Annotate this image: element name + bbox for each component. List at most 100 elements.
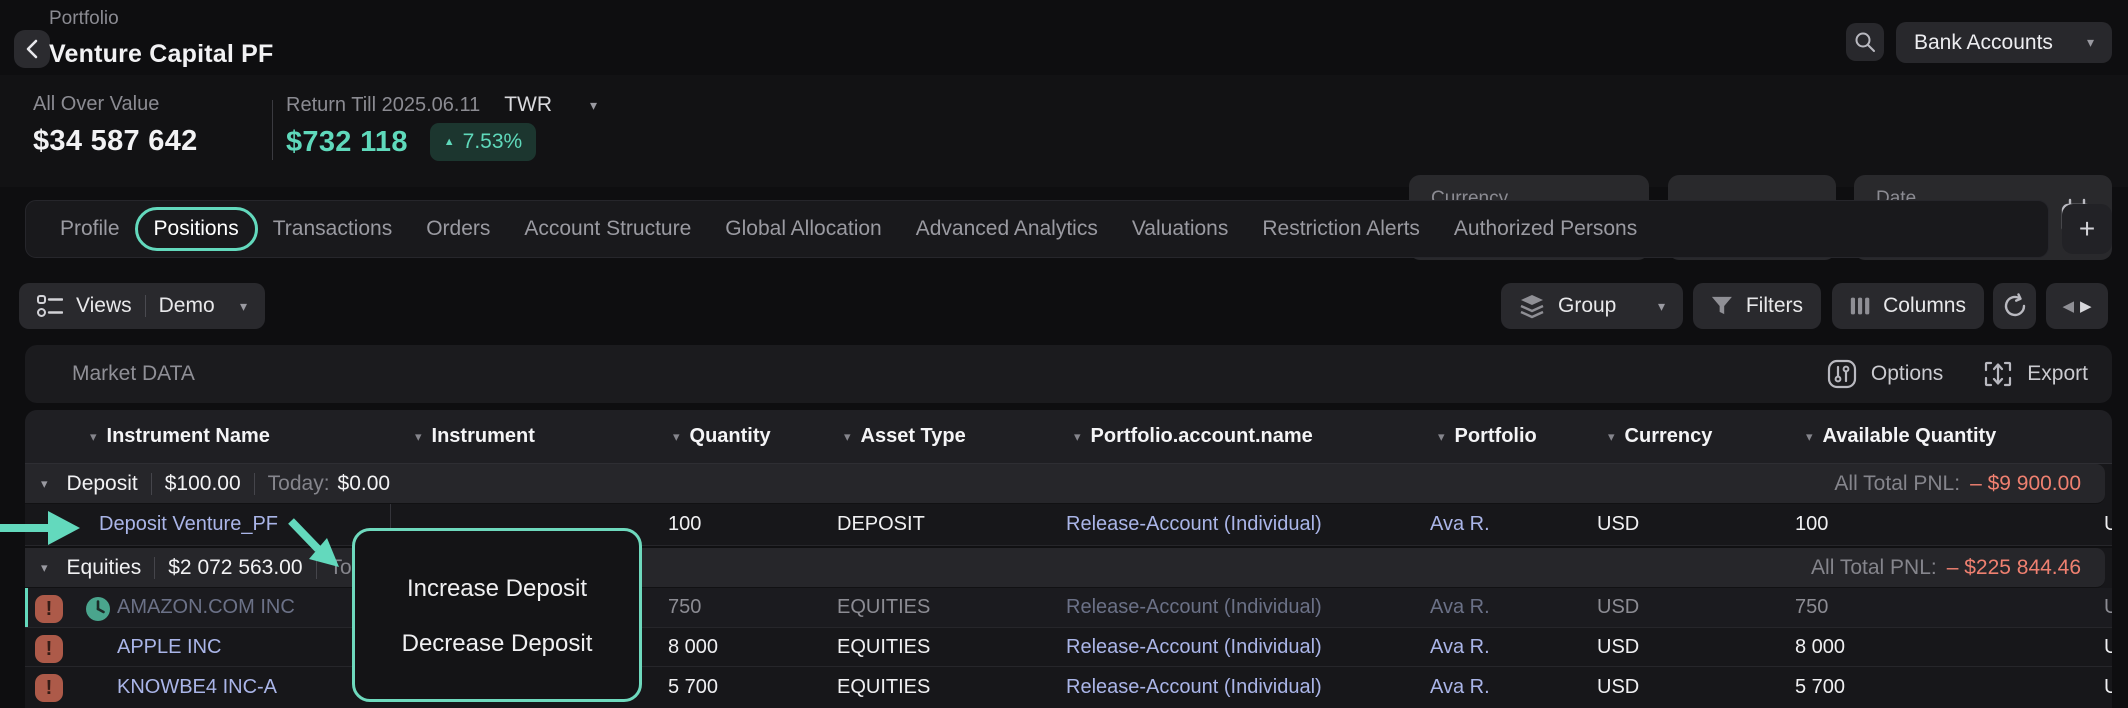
options-icon <box>1827 359 1857 389</box>
account-link[interactable]: Release-Account (Individual) <box>1066 588 1322 627</box>
tab-positions[interactable]: Positions <box>135 207 258 251</box>
account-link[interactable]: Release-Account (Individual) <box>1066 504 1322 545</box>
table-header-row: ▾Instrument Name ▾Instrument ▾Quantity ▾… <box>25 410 2112 464</box>
sort-icon: ▾ <box>1608 429 1615 445</box>
search-button[interactable] <box>1846 23 1884 61</box>
collapse-icon[interactable]: ▾ <box>41 476 48 492</box>
column-header-asset-type[interactable]: ▾Asset Type <box>844 410 966 463</box>
tab-orders[interactable]: Orders <box>426 217 490 241</box>
page-prev-icon[interactable]: ◀ <box>2062 297 2074 315</box>
chevron-down-icon[interactable]: ▾ <box>590 97 597 114</box>
bank-accounts-label: Bank Accounts <box>1914 31 2053 55</box>
portfolio-link[interactable]: Ava R. <box>1430 588 1490 627</box>
instrument-name-link[interactable]: Deposit Venture_PF <box>99 504 278 545</box>
back-button[interactable] <box>14 30 50 68</box>
account-link[interactable]: Release-Account (Individual) <box>1066 667 1322 708</box>
table-row-amazon[interactable]: ! AMAZON.COM INC 750 EQUITIES Release-Ac… <box>25 588 2112 628</box>
menu-item-decrease-deposit[interactable]: Decrease Deposit <box>402 630 593 658</box>
add-tab-button[interactable]: + <box>2062 204 2112 254</box>
sort-icon: ▾ <box>1806 429 1813 445</box>
return-percent-badge: ▲ 7.53% <box>430 123 536 161</box>
tab-transactions[interactable]: Transactions <box>273 217 392 241</box>
all-over-value-stat: All Over Value $34 587 642 <box>33 93 198 158</box>
instrument-name-link[interactable]: APPLE INC <box>117 628 221 666</box>
menu-item-increase-deposit[interactable]: Increase Deposit <box>407 575 587 603</box>
table-row-deposit-venture-pf[interactable]: Deposit Venture_PF 100 DEPOSIT Release-A… <box>25 504 2112 546</box>
sort-icon: ▾ <box>844 429 851 445</box>
column-header-available-quantity[interactable]: ▾Available Quantity <box>1806 410 1996 463</box>
tab-advanced-analytics[interactable]: Advanced Analytics <box>916 217 1098 241</box>
asset-type-cell: DEPOSIT <box>837 504 925 545</box>
chevron-left-icon <box>25 39 39 59</box>
quantity-cell: 750 <box>668 588 701 627</box>
stats-divider <box>272 100 273 160</box>
all-over-value: $34 587 642 <box>33 125 198 158</box>
instrument-name-link[interactable]: KNOWBE4 INC-A <box>117 667 277 708</box>
column-header-instrument[interactable]: ▾Instrument <box>415 410 535 463</box>
tab-profile[interactable]: Profile <box>60 217 120 241</box>
warning-icon: ! <box>35 635 63 663</box>
return-percent: 7.53% <box>463 130 523 154</box>
refresh-icon <box>2002 293 2028 319</box>
group-button[interactable]: Group ▾ <box>1501 283 1683 329</box>
warning-icon: ! <box>35 674 63 702</box>
page-next-icon[interactable]: ▶ <box>2080 297 2092 315</box>
export-icon <box>1983 359 2013 389</box>
collapse-icon[interactable]: ▾ <box>41 560 48 576</box>
portfolio-link[interactable]: Ava R. <box>1430 504 1490 545</box>
column-header-quantity[interactable]: ▾Quantity <box>673 410 771 463</box>
export-button[interactable]: Export <box>1983 359 2088 389</box>
pnl-value: – $9 900.00 <box>1970 472 2081 496</box>
quantity-cell: 8 000 <box>668 628 718 666</box>
views-icon <box>37 294 63 318</box>
table-row-apple[interactable]: ! APPLE INC 8 000 EQUITIES Release-Accou… <box>25 628 2112 667</box>
quantity-cell: 100 <box>668 504 701 545</box>
tab-global-allocation[interactable]: Global Allocation <box>725 217 881 241</box>
columns-button[interactable]: Columns <box>1832 283 1984 329</box>
positions-table: ▾Instrument Name ▾Instrument ▾Quantity ▾… <box>25 410 2112 708</box>
sort-icon: ▾ <box>415 429 422 445</box>
context-menu: Increase Deposit Decrease Deposit <box>352 528 642 702</box>
filters-button[interactable]: Filters <box>1693 283 1821 329</box>
instrument-name-link[interactable]: AMAZON.COM INC <box>117 588 295 627</box>
column-header-currency[interactable]: ▾Currency <box>1608 410 1712 463</box>
asset-type-cell: EQUITIES <box>837 628 930 666</box>
group-pnl: All Total PNL: – $225 844.46 <box>1811 548 2081 587</box>
asset-type-cell: EQUITIES <box>837 667 930 708</box>
clock-icon <box>85 596 111 622</box>
portfolio-link[interactable]: Ava R. <box>1430 667 1490 708</box>
tab-valuations[interactable]: Valuations <box>1132 217 1229 241</box>
column-header-portfolio-account-name[interactable]: ▾Portfolio.account.name <box>1074 410 1313 463</box>
column-header-instrument-name[interactable]: ▾Instrument Name <box>90 410 270 463</box>
group-row-equities[interactable]: ▾ Equities $2 072 563.00 Today: All Tota… <box>25 548 2105 588</box>
options-button[interactable]: Options <box>1827 359 1943 389</box>
market-data-bar: Market DATA Options Export <box>25 345 2112 403</box>
column-pager[interactable]: ◀ ▶ <box>2046 283 2108 329</box>
sort-icon: ▾ <box>90 429 97 445</box>
table-row-knowbe4[interactable]: ! KNOWBE4 INC-A 5 700 EQUITIES Release-A… <box>25 667 2112 708</box>
tab-authorized-persons[interactable]: Authorized Persons <box>1454 217 1637 241</box>
portfolio-link[interactable]: Ava R. <box>1430 628 1490 666</box>
all-over-value-label: All Over Value <box>33 93 198 116</box>
up-triangle-icon: ▲ <box>444 136 455 148</box>
available-quantity-cell: 750 <box>1795 588 1828 627</box>
columns-label: Columns <box>1883 294 1966 318</box>
bank-accounts-dropdown[interactable]: Bank Accounts ▾ <box>1896 22 2112 63</box>
today-label: Today: <box>268 472 330 496</box>
sort-icon: ▾ <box>673 429 680 445</box>
account-link[interactable]: Release-Account (Individual) <box>1066 628 1322 666</box>
currency-cell: USD <box>1597 667 1639 708</box>
views-selector[interactable]: Views Demo ▾ <box>19 283 265 329</box>
group-row-deposit[interactable]: ▾ Deposit $100.00 Today: $0.00 All Total… <box>25 464 2105 504</box>
group-amount: $2 072 563.00 <box>168 556 302 580</box>
views-label: Views <box>76 294 132 318</box>
export-label: Export <box>2027 362 2088 386</box>
tab-account-structure[interactable]: Account Structure <box>524 217 691 241</box>
today-value: $0.00 <box>338 472 391 496</box>
search-icon <box>1853 30 1877 54</box>
refresh-button[interactable] <box>1993 283 2036 329</box>
column-header-portfolio[interactable]: ▾Portfolio <box>1438 410 1537 463</box>
tab-restriction-alerts[interactable]: Restriction Alerts <box>1262 217 1420 241</box>
layers-icon <box>1519 293 1545 319</box>
pnl-value: – $225 844.46 <box>1947 556 2081 580</box>
